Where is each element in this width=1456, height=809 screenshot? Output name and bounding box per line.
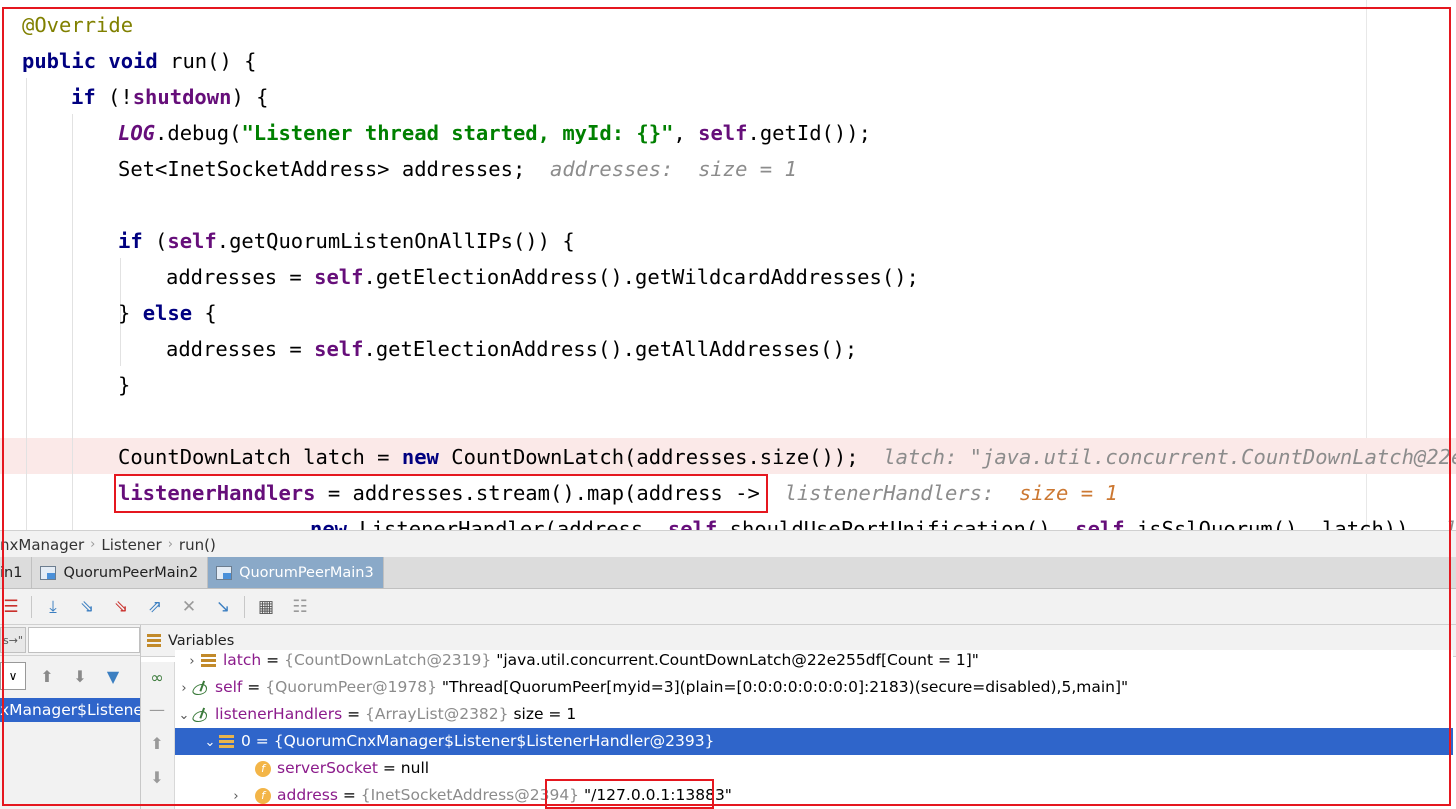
chevron-right-icon[interactable]: › — [175, 675, 193, 702]
variable-icon — [193, 708, 211, 722]
variable-row-server-socket[interactable]: f serverSocket = null — [175, 755, 1453, 782]
address-value-highlight-box — [545, 779, 714, 809]
inline-debug-hint: latch: "java.util.concurrent.CountDownLa… — [883, 445, 1456, 469]
variables-icon — [147, 634, 161, 647]
move-down-icon[interactable]: ⬇ — [146, 766, 168, 788]
app-run-icon — [216, 565, 233, 580]
chevron-down-icon[interactable]: ⌄ — [201, 729, 219, 756]
variable-icon — [193, 681, 211, 695]
code-line-9: } else { — [118, 301, 217, 325]
indent-guide — [72, 114, 73, 530]
evaluate-expression-icon[interactable]: ▦ — [254, 595, 278, 619]
show-execution-point-icon[interactable]: ☰ — [0, 595, 22, 619]
debug-session-tabs: in1 QuorumPeerMain2 QuorumPeerMain3 — [0, 557, 1456, 589]
filter-icon[interactable]: ▼ — [101, 664, 125, 688]
step-over-icon[interactable]: ⤓ — [41, 595, 65, 619]
variables-side-toolbar: ∞ — ⬆ ⬇ — [141, 662, 175, 809]
frames-search-input[interactable] — [28, 627, 140, 653]
variables-title: Variables — [168, 632, 235, 649]
move-up-icon[interactable]: ⬆ — [146, 732, 168, 754]
code-line-8: addresses = self.getElectionAddress().ge… — [166, 265, 919, 289]
tab-quorum-peer-main2[interactable]: QuorumPeerMain2 — [32, 557, 209, 588]
tab-quorum-peer-main3[interactable]: QuorumPeerMain3 — [208, 557, 384, 588]
debugger-toolbar: ☰ ⤓ ⇘ ⇘ ⇗ ✕ ↘ ▦ ☷ — [0, 589, 1456, 625]
indent-guide — [26, 78, 27, 530]
arrow-up-icon[interactable]: ⬆ — [35, 664, 59, 688]
frames-panel: s→" ∨ ⬆ ⬇ ▼ xManager$Listener — [0, 625, 141, 809]
chevron-right-icon: › — [167, 537, 173, 552]
code-line-1: @Override — [22, 13, 134, 37]
code-line-10: addresses = self.getElectionAddress().ge… — [166, 337, 858, 361]
variable-row-self[interactable]: › self = {QuorumPeer@1978} "Thread[Quorum… — [175, 674, 1453, 701]
code-editor[interactable]: @Override public void run() { if (!shutd… — [0, 0, 1456, 530]
trace-icon[interactable]: ☷ — [288, 595, 312, 619]
field-list-icon — [219, 735, 234, 748]
app-run-icon — [40, 565, 57, 580]
chevron-right-icon: › — [90, 537, 96, 552]
code-line-5: Set<InetSocketAddress> addresses; addres… — [118, 157, 797, 181]
inline-debug-hint: listenerHandlers: — [784, 481, 1019, 505]
drop-frame-icon[interactable]: ✕ — [177, 595, 201, 619]
variables-tree: › latch = {CountDownLatch@2319} "java.uti… — [175, 650, 1453, 809]
variable-row-latch[interactable]: › latch = {CountDownLatch@2319} "java.uti… — [175, 650, 1453, 674]
breadcrumb-inner-class[interactable]: Listener — [101, 536, 161, 554]
listener-handlers-highlight-box — [114, 474, 768, 513]
code-line-4: LOG.debug("Listener thread started, myId… — [118, 121, 871, 145]
chevron-right-icon[interactable]: › — [183, 650, 201, 675]
thread-dropdown[interactable]: ∨ — [0, 662, 26, 690]
chevron-right-icon[interactable]: › — [227, 783, 245, 809]
step-into-icon[interactable]: ⇘ — [75, 595, 99, 619]
step-out-icon[interactable]: ⇗ — [143, 595, 167, 619]
field-list-icon — [201, 654, 216, 667]
threads-toggle[interactable]: s→" — [0, 627, 26, 653]
code-line-2: public void run() { — [22, 49, 257, 73]
inline-debug-hint-size: size = 1 — [1019, 481, 1118, 505]
chevron-down-icon[interactable]: ⌄ — [175, 702, 193, 729]
inline-debug-hint: addresses: size = 1 — [549, 157, 797, 181]
code-line-3: if (!shutdown) { — [71, 85, 269, 109]
breadcrumb-method[interactable]: run() — [179, 536, 216, 554]
new-watch-icon[interactable]: ∞ — [146, 666, 168, 688]
variable-row-address[interactable]: › f address = {InetSocketAddress@2394} "/1… — [175, 782, 1453, 809]
variable-row-listener-handlers[interactable]: ⌄ listenerHandlers = {ArrayList@2382} siz… — [175, 701, 1453, 728]
field-icon: f — [255, 760, 271, 777]
tab-quorum-peer-main1[interactable]: in1 — [0, 557, 33, 588]
code-line-11: } — [118, 373, 131, 397]
breadcrumb: nxManager › Listener › run() — [0, 530, 1456, 558]
run-to-cursor-icon[interactable]: ↘ — [211, 595, 235, 619]
variable-row-item-0[interactable]: ⌄ 0 = {QuorumCnxManager$Listener$Listener… — [175, 728, 1453, 755]
arrow-down-icon[interactable]: ⬇ — [68, 664, 92, 688]
remove-watch-icon[interactable]: — — [146, 698, 168, 720]
code-line-13: CountDownLatch latch = new CountDownLatc… — [118, 439, 1456, 475]
breadcrumb-class[interactable]: nxManager — [0, 536, 84, 554]
force-step-into-icon[interactable]: ⇘ — [109, 595, 133, 619]
field-icon: f — [255, 787, 271, 804]
code-line-15: new ListenerHandler(address, self.should… — [310, 517, 1456, 530]
code-line-7: if (self.getQuorumListenOnAllIPs()) { — [118, 229, 575, 253]
selected-frame[interactable]: xManager$Listener — [0, 698, 140, 722]
